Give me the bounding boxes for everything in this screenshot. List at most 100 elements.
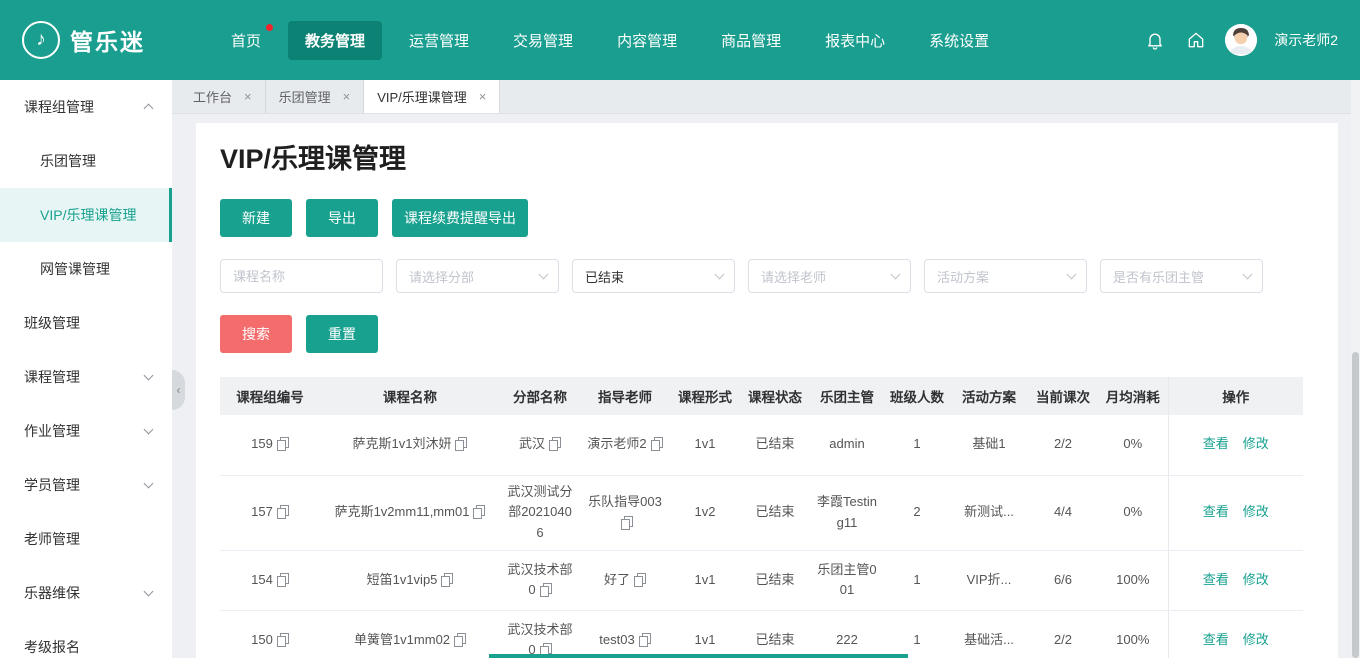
top-nav-item-5[interactable]: 内容管理 [600, 21, 694, 60]
sidebar-item-1[interactable]: 课程组管理 [0, 80, 172, 134]
top-nav-item-label: 交易管理 [513, 32, 574, 50]
copy-icon[interactable] [621, 515, 633, 530]
view-link[interactable]: 查看 [1203, 504, 1229, 519]
table-header-5: 课程形式 [670, 377, 740, 415]
home-icon[interactable] [1184, 28, 1208, 52]
cell-branch: 武汉技术部0 [500, 610, 580, 658]
tab-3[interactable]: VIP/乐理课管理 × [364, 80, 501, 113]
cell-text: 100% [1116, 631, 1150, 647]
top-nav-item-8[interactable]: 系统设置 [912, 21, 1006, 60]
tab-1[interactable]: 工作台 × [180, 80, 266, 113]
cell-actions: 查看 修改 [1167, 415, 1303, 476]
top-nav-item-6[interactable]: 商品管理 [704, 21, 798, 60]
page-title: VIP/乐理课管理 [220, 144, 407, 174]
top-nav-item-7[interactable]: 报表中心 [808, 21, 902, 60]
cell-text: 萨克斯1v2mm11,mm01 [334, 504, 470, 520]
tab-close-icon[interactable]: × [479, 89, 487, 104]
cell-branch: 武汉测试分部20210406 [500, 475, 580, 551]
chevron-down-icon [143, 478, 154, 489]
user-name[interactable]: 演示老师2 [1274, 30, 1338, 50]
top-nav-item-label: 系统设置 [929, 32, 990, 50]
cell-teacher: 乐队指导003 [580, 475, 670, 551]
view-link[interactable]: 查看 [1203, 572, 1229, 587]
cell-status: 已结束 [740, 415, 810, 476]
edit-link[interactable]: 修改 [1243, 504, 1269, 519]
cell-actions: 查看 修改 [1167, 475, 1303, 551]
reset-button[interactable]: 重置 [306, 315, 378, 353]
search-button[interactable]: 搜索 [220, 315, 292, 353]
sidebar-subitem-3[interactable]: 网管课管理 [0, 242, 172, 296]
scrollbar-thumb[interactable] [1352, 352, 1359, 658]
sidebar-item-3[interactable]: 课程管理 [0, 350, 172, 404]
copy-icon[interactable] [441, 572, 454, 587]
cell-session: 2/2 [1028, 415, 1098, 476]
action-button-2[interactable]: 导出 [306, 199, 378, 237]
sidebar-item-6[interactable]: 老师管理 [0, 512, 172, 566]
tab-close-icon[interactable]: × [343, 89, 351, 104]
copy-icon[interactable] [539, 583, 552, 598]
copy-icon[interactable] [455, 437, 468, 452]
bottom-accent-bar [489, 654, 908, 658]
copy-icon[interactable] [276, 437, 289, 452]
cell-text: 已结束 [755, 436, 795, 452]
action-button-1[interactable]: 新建 [220, 199, 292, 237]
view-link[interactable]: 查看 [1203, 436, 1229, 451]
copy-icon[interactable] [276, 632, 289, 647]
copy-icon[interactable] [650, 437, 663, 452]
copy-icon[interactable] [549, 437, 561, 452]
table-header-4: 指导老师 [580, 377, 670, 415]
sidebar-item-label: 作业管理 [24, 423, 80, 439]
filter-select-2[interactable]: 请选择分部 [396, 259, 559, 293]
top-nav-item-4[interactable]: 交易管理 [496, 21, 590, 60]
cell-text: 154 [251, 571, 273, 587]
chevron-down-icon [143, 370, 154, 381]
view-link[interactable]: 查看 [1203, 632, 1229, 647]
cell-plan: 基础1 [950, 415, 1028, 476]
sidebar-subitem-1[interactable]: 乐团管理 [0, 134, 172, 188]
filter-input-1[interactable] [220, 259, 383, 293]
cell-text: 李霞Testing11 [817, 493, 877, 530]
cell-text: 1v1 [694, 571, 716, 587]
filter-select-4[interactable]: 请选择老师 [748, 259, 911, 293]
chevron-down-icon [143, 424, 154, 435]
cell-text: 0% [1123, 504, 1143, 520]
edit-link[interactable]: 修改 [1243, 632, 1269, 647]
sidebar-item-4[interactable]: 作业管理 [0, 404, 172, 458]
filter-select-5[interactable]: 活动方案 [924, 259, 1087, 293]
table-header-9: 活动方案 [950, 377, 1028, 415]
top-nav-item-1[interactable]: 首页 [214, 21, 278, 60]
edit-link[interactable]: 修改 [1243, 436, 1269, 451]
cell-size: 1 [884, 610, 950, 658]
copy-icon[interactable] [634, 572, 646, 587]
top-nav-item-label: 报表中心 [825, 32, 886, 50]
bell-icon[interactable] [1143, 28, 1167, 52]
top-nav-item-label: 教务管理 [305, 32, 366, 50]
tab-2[interactable]: 乐团管理 × [266, 80, 365, 113]
copy-icon[interactable] [638, 632, 651, 647]
cell-session: 6/6 [1028, 550, 1098, 611]
copy-icon[interactable] [276, 505, 289, 520]
cell-text: 100% [1116, 571, 1150, 587]
user-avatar[interactable] [1225, 24, 1258, 56]
sidebar-subitem-2[interactable]: VIP/乐理课管理 [0, 188, 172, 242]
cell-text: 短笛1v1vip5 [366, 571, 438, 587]
action-button-3[interactable]: 课程续费提醒导出 [392, 199, 528, 237]
sidebar-item-5[interactable]: 学员管理 [0, 458, 172, 512]
copy-icon[interactable] [454, 632, 467, 647]
copy-icon[interactable] [473, 505, 486, 520]
table-header-2: 课程名称 [320, 377, 500, 415]
copy-icon[interactable] [276, 572, 289, 587]
sidebar-item-7[interactable]: 乐器维保 [0, 566, 172, 620]
top-nav-item-2[interactable]: 教务管理 [288, 20, 383, 60]
sidebar-item-label: 课程组管理 [24, 99, 94, 115]
top-nav-item-3[interactable]: 运营管理 [392, 21, 486, 60]
filter-select-3[interactable]: 已结束 [572, 259, 735, 293]
edit-link[interactable]: 修改 [1243, 572, 1269, 587]
tab-close-icon[interactable]: × [244, 89, 252, 104]
table-header-6: 课程状态 [740, 377, 810, 415]
sidebar-item-label: 考级报名 [24, 639, 80, 655]
filter-select-6[interactable]: 是否有乐团主管 [1100, 259, 1263, 293]
cell-id: 154 [220, 550, 320, 611]
sidebar-item-2[interactable]: 班级管理 [0, 296, 172, 350]
sidebar-item-8[interactable]: 考级报名 [0, 620, 172, 658]
